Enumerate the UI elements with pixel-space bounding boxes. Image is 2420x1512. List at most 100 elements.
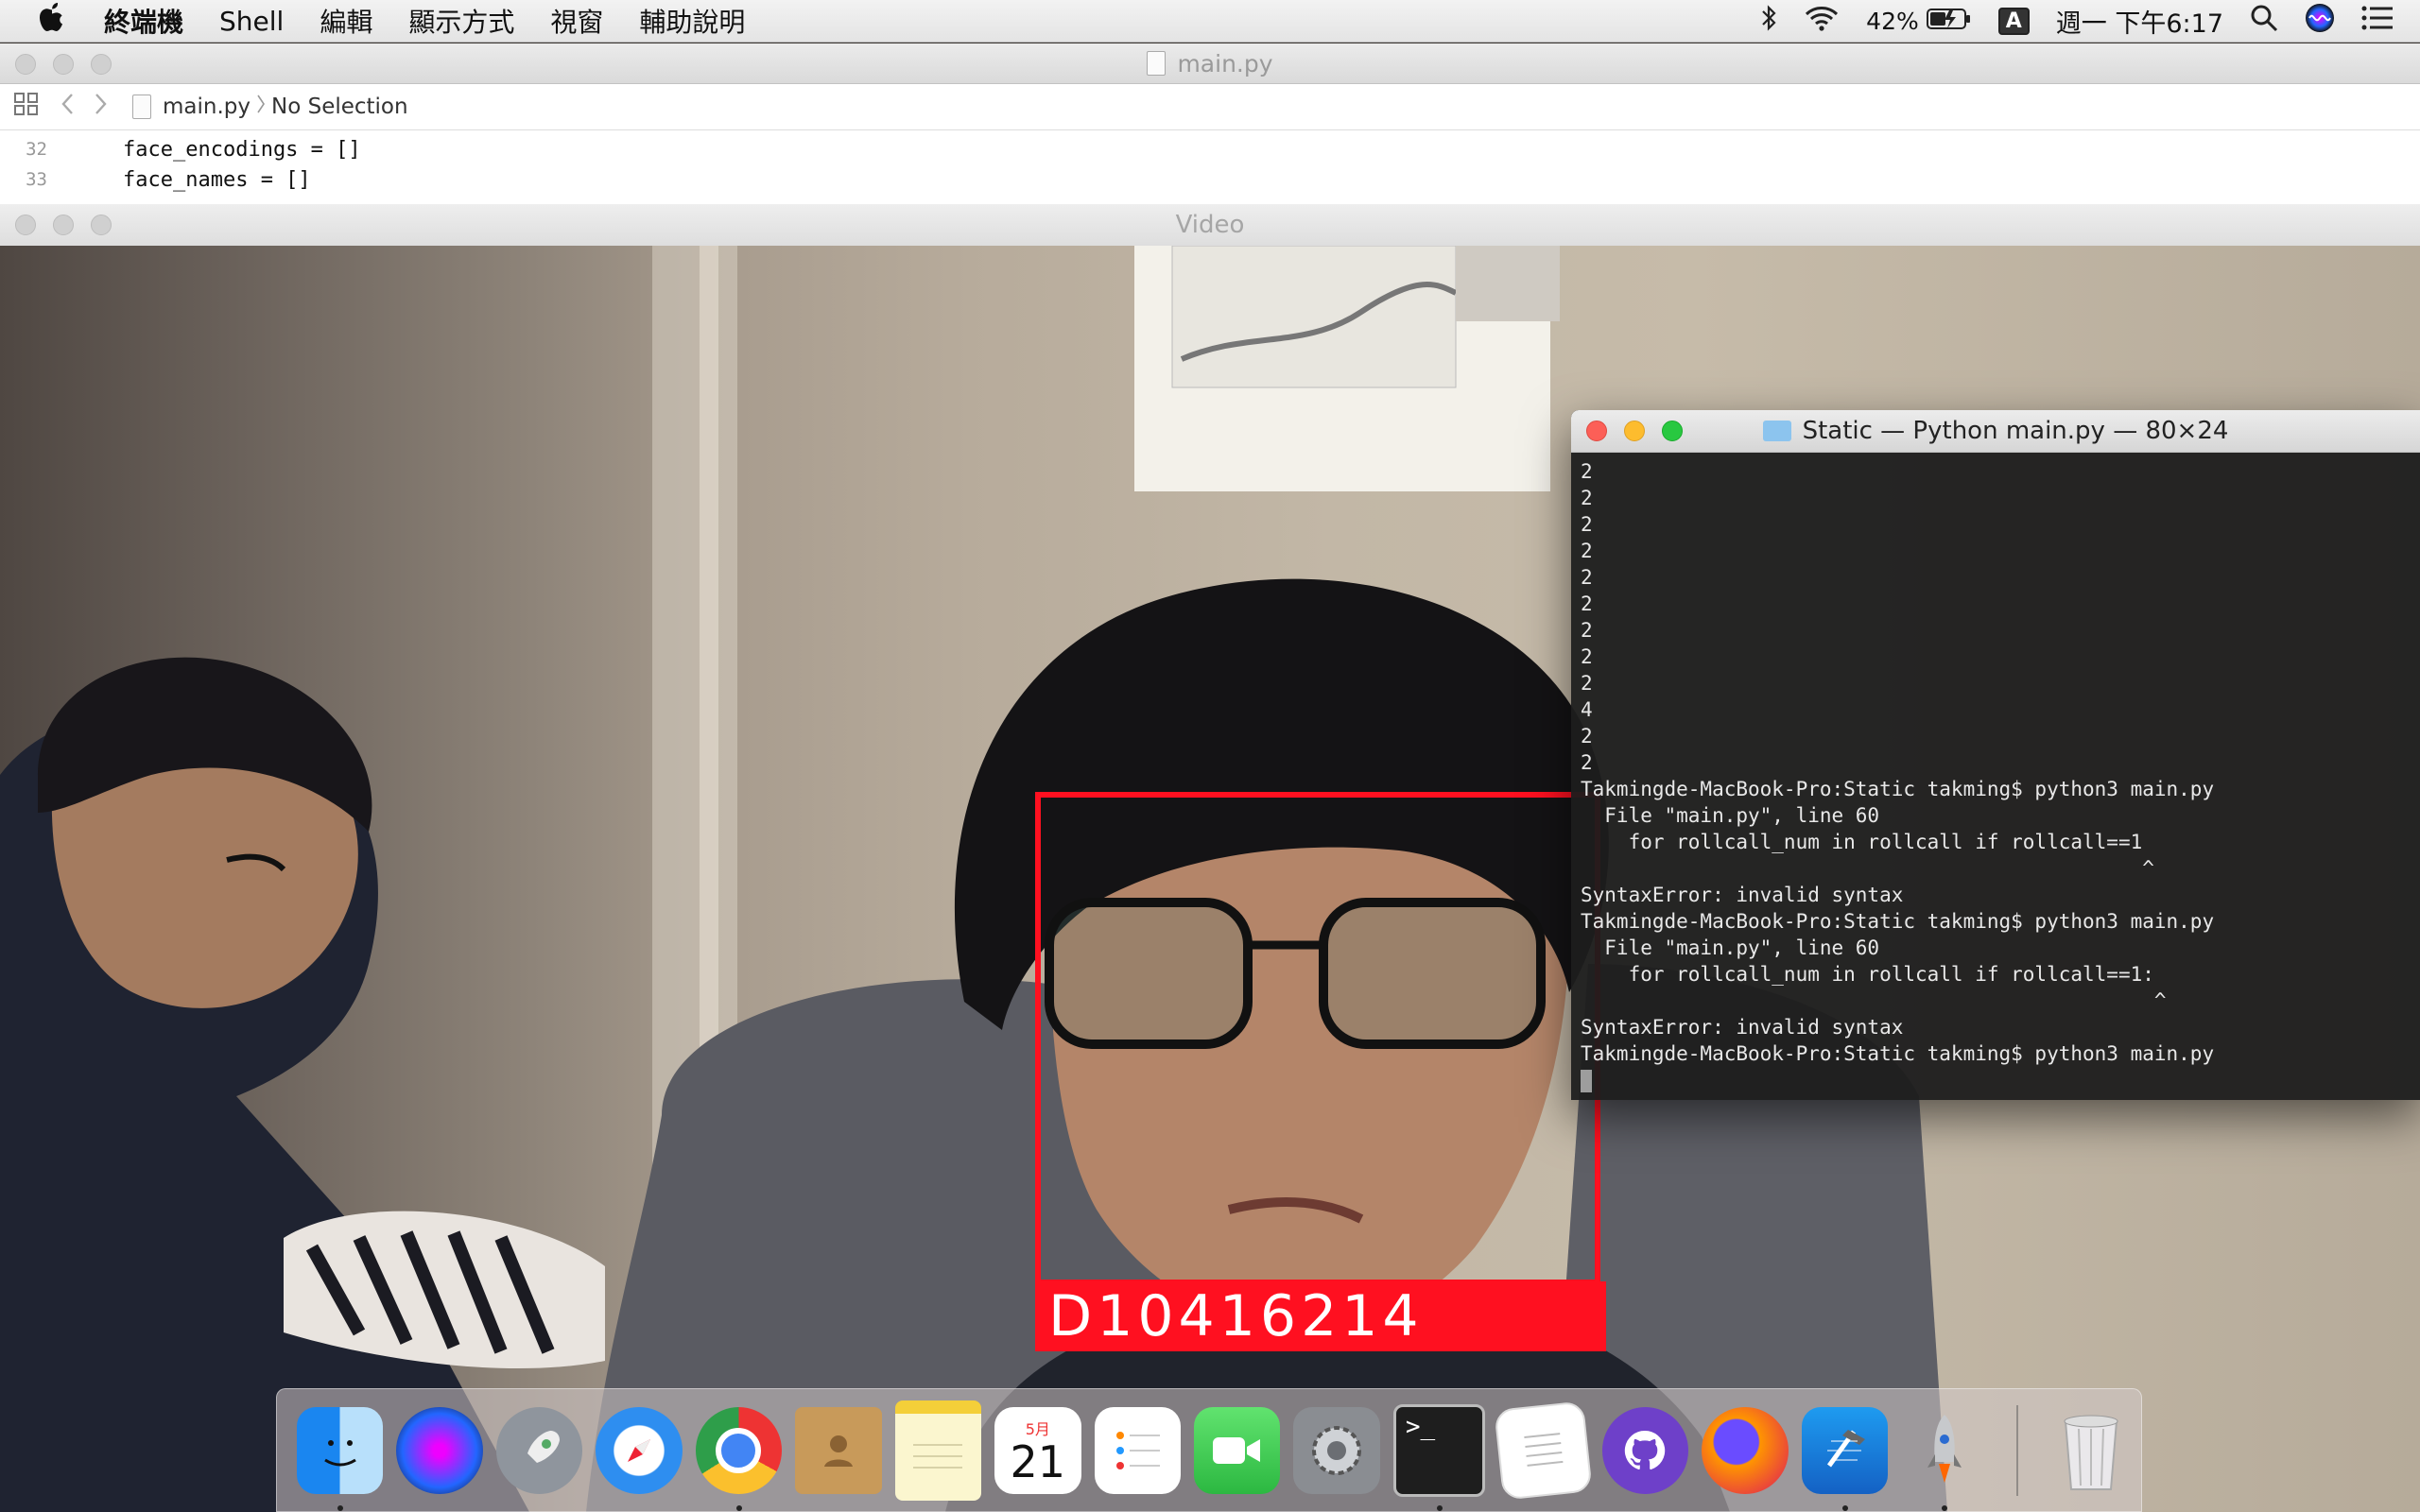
finder-icon[interactable] — [297, 1406, 384, 1511]
terminal-line: for rollcall_num in rollcall if rollcall… — [1581, 831, 2143, 853]
battery-charging-icon[interactable] — [1926, 6, 1972, 37]
code-area[interactable]: 32 face_encodings = [] 33 face_names = [… — [0, 130, 2420, 195]
contacts-icon[interactable] — [795, 1406, 882, 1494]
code-text[interactable]: face_encodings = [] — [123, 138, 361, 162]
code-line: 32 face_encodings = [] — [0, 134, 2420, 164]
terminal-line: Takmingde-MacBook-Pro:Static takming$ py… — [1581, 910, 2215, 933]
terminal-minimize-button[interactable] — [1624, 421, 1645, 441]
bluetooth-icon[interactable] — [1760, 4, 1777, 39]
textedit-icon[interactable] — [1494, 1400, 1594, 1501]
terminal-line: Takmingde-MacBook-Pro:Static takming$ py… — [1581, 1042, 2215, 1065]
dock-separator — [2016, 1404, 2019, 1496]
running-indicator — [1436, 1504, 1443, 1511]
battery-percent[interactable]: 42% — [1866, 8, 1919, 35]
video-close-button[interactable] — [15, 215, 36, 235]
code-line: 33 face_names = [] — [0, 164, 2420, 195]
terminal-line: 2 — [1581, 619, 1593, 642]
menu-help[interactable]: 輔助說明 — [639, 2, 745, 40]
terminal-icon[interactable]: >_ — [1392, 1403, 1486, 1511]
trash-icon[interactable] — [2048, 1407, 2134, 1494]
terminal-line: Takmingde-MacBook-Pro:Static takming$ py… — [1581, 778, 2215, 800]
editor-minimize-button[interactable] — [53, 54, 74, 75]
terminal-line: 2 — [1581, 645, 1593, 668]
terminal-close-button[interactable] — [1586, 421, 1607, 441]
jump-bar: main.py No Selection — [0, 84, 2420, 130]
siri-icon[interactable] — [396, 1406, 483, 1494]
calendar-icon[interactable]: 5月 21 — [994, 1406, 1081, 1494]
terminal-output[interactable]: 2 2 2 2 2 2 2 2 2 4 2 2 Takmingde-MacBook-Pro:Static… — [1571, 453, 2420, 1093]
terminal-zoom-button[interactable] — [1662, 421, 1683, 441]
calendar-day: 21 — [1010, 1435, 1066, 1487]
chrome-icon[interactable] — [695, 1406, 783, 1511]
terminal-line: 2 — [1581, 751, 1593, 774]
terminal-prompt-glyph: >_ — [1405, 1412, 1436, 1441]
terminal-line: 2 — [1581, 725, 1593, 747]
terminal-line: ^ — [1581, 857, 2154, 880]
reminders-icon[interactable] — [1094, 1406, 1181, 1494]
code-text[interactable]: face_names = [] — [123, 168, 311, 192]
xcode-icon[interactable] — [1801, 1406, 1888, 1511]
line-number: 32 — [26, 139, 47, 160]
system-preferences-icon[interactable] — [1293, 1406, 1380, 1494]
notes-icon[interactable] — [894, 1400, 982, 1501]
breadcrumb-file[interactable]: main.py — [163, 94, 251, 119]
notification-center-icon[interactable] — [2361, 6, 2394, 37]
siri-icon[interactable] — [2305, 3, 2335, 40]
video-titlebar: Video — [0, 204, 2420, 247]
terminal-line: 2 — [1581, 672, 1593, 695]
terminal-window[interactable]: Static — Python main.py — 80×24 2 2 2 2 2 2 2 2… — [1571, 410, 2420, 1100]
video-title: Video — [1175, 211, 1245, 239]
github-desktop-icon[interactable] — [1601, 1406, 1689, 1494]
editor-close-button[interactable] — [15, 54, 36, 75]
related-items-grid-icon[interactable] — [13, 92, 40, 122]
rocket-icon[interactable] — [1901, 1407, 1987, 1511]
back-chevron-icon[interactable] — [60, 93, 74, 121]
editor-window: main.py main.py No Selection 32 face_enc… — [0, 43, 2420, 205]
running-indicator — [1942, 1504, 1947, 1511]
face-recognition-label: D10416214 — [1035, 1281, 1606, 1351]
forward-chevron-icon[interactable] — [95, 93, 108, 121]
menu-shell[interactable]: Shell — [219, 6, 284, 37]
firefox-icon[interactable] — [1702, 1406, 1789, 1494]
terminal-line: SyntaxError: invalid syntax — [1581, 884, 1904, 906]
terminal-line: SyntaxError: invalid syntax — [1581, 1016, 1904, 1039]
clock[interactable]: 週一 下午6:17 — [2056, 3, 2223, 40]
breadcrumb-separator-icon — [256, 94, 266, 120]
menu-terminal[interactable]: 終端機 — [104, 2, 183, 40]
terminal-line: 2 — [1581, 566, 1593, 589]
terminal-title: Static — Python main.py — 80×24 — [1802, 417, 2229, 445]
breadcrumb-selection[interactable]: No Selection — [271, 94, 408, 119]
terminal-titlebar[interactable]: Static — Python main.py — 80×24 — [1571, 410, 2420, 453]
menu-view[interactable]: 顯示方式 — [408, 2, 514, 40]
terminal-line: for rollcall_num in rollcall if rollcall… — [1581, 963, 2154, 986]
terminal-line: 4 — [1581, 698, 1593, 721]
safari-icon[interactable] — [596, 1406, 683, 1494]
running-indicator — [735, 1504, 742, 1511]
launchpad-icon[interactable] — [495, 1406, 583, 1494]
calendar-month: 5月 — [1025, 1419, 1050, 1438]
menu-window[interactable]: 視窗 — [550, 2, 603, 40]
video-zoom-button[interactable] — [91, 215, 112, 235]
menu-bar: 終端機 Shell 編輯 顯示方式 視窗 輔助說明 42% A 週一 下午6:1… — [0, 0, 2420, 43]
line-number: 33 — [26, 169, 47, 190]
menu-edit[interactable]: 編輯 — [320, 2, 372, 40]
facetime-icon[interactable] — [1193, 1406, 1281, 1494]
terminal-line: File "main.py", line 60 — [1581, 936, 1880, 959]
terminal-line: 2 — [1581, 487, 1593, 509]
terminal-cursor — [1581, 1067, 2420, 1093]
apple-icon[interactable] — [0, 1, 104, 41]
breadcrumb-file-icon — [132, 94, 151, 119]
face-detection-box — [1035, 792, 1600, 1285]
terminal-line: 2 — [1581, 513, 1593, 536]
input-method-icon[interactable]: A — [1997, 7, 2030, 35]
running-indicator — [1841, 1504, 1848, 1511]
terminal-line: ^ — [1581, 989, 2167, 1012]
terminal-line: 2 — [1581, 540, 1593, 562]
wifi-icon[interactable] — [1804, 5, 1840, 38]
editor-zoom-button[interactable] — [91, 54, 112, 75]
terminal-line: File "main.py", line 60 — [1581, 804, 1880, 827]
editor-titlebar: main.py — [0, 43, 2420, 84]
spotlight-search-icon[interactable] — [2250, 4, 2278, 39]
video-minimize-button[interactable] — [53, 215, 74, 235]
terminal-line: 2 — [1581, 593, 1593, 615]
